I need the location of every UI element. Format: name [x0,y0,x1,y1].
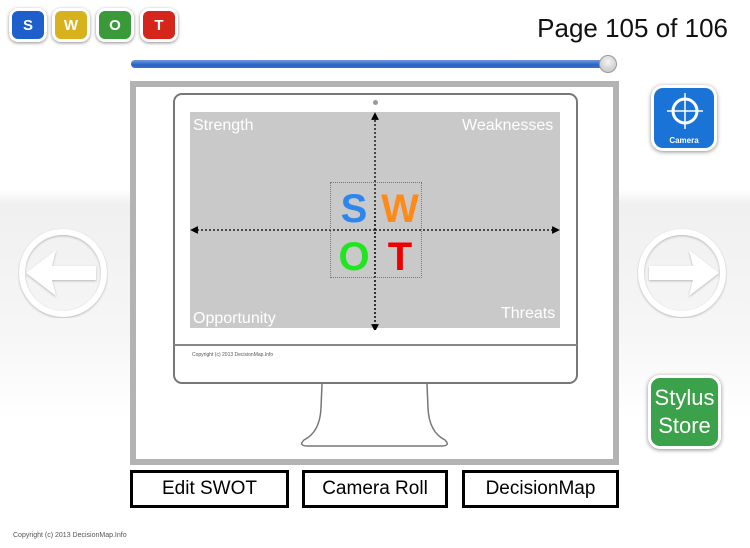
camera-roll-button[interactable]: Camera Roll [302,470,448,508]
edit-swot-button[interactable]: Edit SWOT [130,470,289,508]
swot-letter-t: T [387,235,413,279]
logo-t-button[interactable]: T [140,8,178,42]
camera-button-label: Camera [669,136,699,145]
page-slider-thumb[interactable] [599,55,618,73]
monitor-stand [301,384,448,447]
next-page-button[interactable] [637,228,727,318]
monitor-camera-dot [373,100,378,105]
stylus-store-line2: Store [658,413,711,438]
page-slider[interactable] [131,55,618,73]
right-arrow-circle-icon [638,229,726,317]
left-arrow-circle-icon [19,229,107,317]
stylus-store-line1: Stylus [654,385,715,410]
camera-button[interactable]: Camera [651,85,717,151]
slide-copyright: Copyright (c) 2013 DecisionMap.Info [192,352,274,358]
swot-letter-w: W [381,187,419,231]
footer-copyright: Copyright (c) 2013 DecisionMap.Info [13,532,127,539]
page-indicator: Page 105 of 106 [537,13,728,43]
logo-w-button[interactable]: W [52,8,90,42]
swot-letter-s: S [340,187,368,231]
stylus-store-button[interactable]: Stylus Store [648,375,721,449]
decision-map-button[interactable]: DecisionMap [462,470,619,508]
monitor-chin-divider [174,344,577,346]
swot-letter-o: O [338,235,370,279]
crosshair-icon [667,93,703,129]
logo-o-button[interactable]: O [96,8,134,42]
swot-letter-grid: S W O T [330,182,422,278]
previous-page-button[interactable] [18,228,108,318]
logo-s-button[interactable]: S [9,8,47,42]
page-slider-fill [131,60,613,68]
